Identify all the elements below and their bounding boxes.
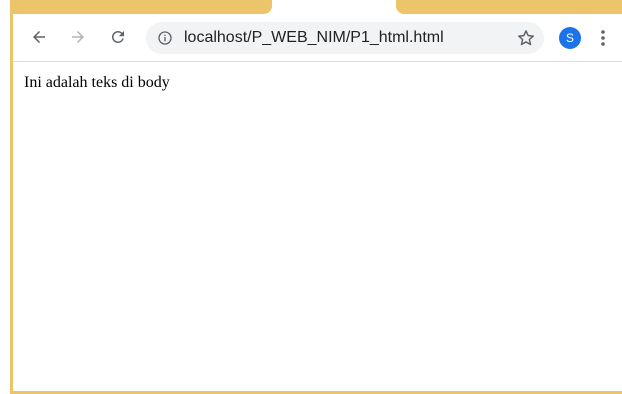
page-content: Ini adalah teks di body bbox=[13, 62, 622, 391]
tab-strip-gap bbox=[272, 0, 396, 14]
browser-window: localhost/P_WEB_NIM/P1_html.html S Ini a… bbox=[0, 0, 622, 394]
body-text: Ini adalah teks di body bbox=[24, 74, 170, 91]
tab-strip-right bbox=[396, 0, 622, 14]
url-text[interactable]: localhost/P_WEB_NIM/P1_html.html bbox=[184, 28, 444, 48]
kebab-menu-icon[interactable] bbox=[589, 23, 617, 53]
arrow-left-icon bbox=[33, 31, 45, 43]
reload-button[interactable] bbox=[103, 22, 133, 52]
back-button[interactable] bbox=[24, 22, 54, 52]
arrow-right-icon bbox=[72, 31, 84, 43]
star-icon[interactable] bbox=[514, 26, 538, 50]
profile-avatar[interactable]: S bbox=[559, 27, 581, 49]
forward-button[interactable] bbox=[63, 22, 93, 52]
browser-toolbar: localhost/P_WEB_NIM/P1_html.html S bbox=[13, 14, 622, 62]
tab-strip-left bbox=[10, 0, 272, 14]
info-icon[interactable] bbox=[157, 30, 173, 46]
reload-icon bbox=[112, 31, 124, 43]
window-left-edge bbox=[0, 0, 13, 394]
address-bar[interactable]: localhost/P_WEB_NIM/P1_html.html bbox=[146, 22, 544, 54]
